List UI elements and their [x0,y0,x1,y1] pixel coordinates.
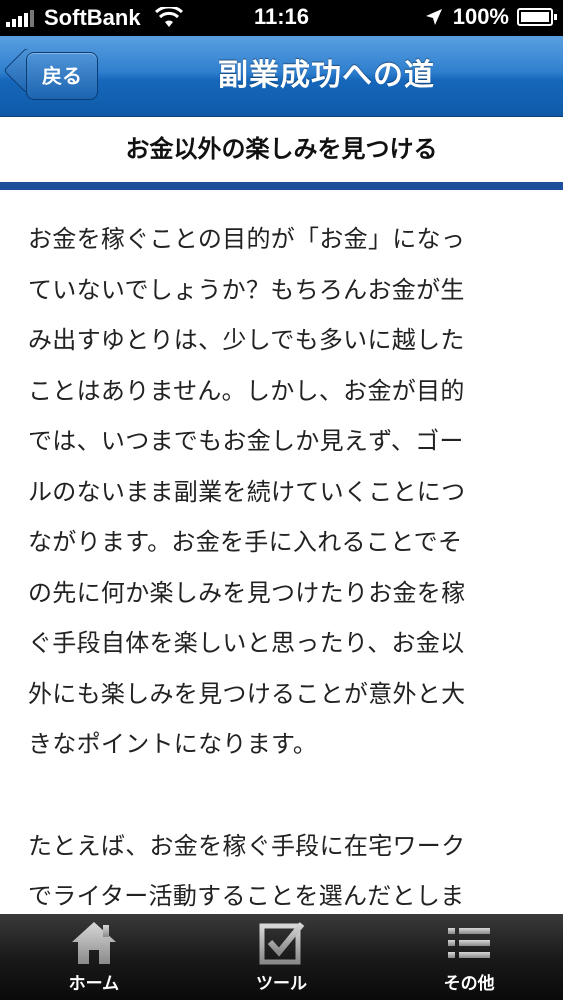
article-line: ルのないまま副業を続けていくことにつ [28,477,466,506]
checkbox-icon [259,922,304,965]
article-line: み出すゆとりは、少しでも多いに越した [28,326,465,354]
status-right: 100% [425,4,557,30]
tab-home[interactable]: ホーム [0,914,188,1000]
article-line: では、いつまでもお金しか見えず、ゴー [28,427,464,455]
section-title: お金以外の楽しみを見つける [0,117,563,182]
article-line: でライター活動することを選んだとしま [28,882,465,910]
article-line: の先に何か楽しみを見つけたりお金を稼 [28,578,466,607]
status-bar: SoftBank 11:16 100% [0,0,563,36]
article-line: ぐ手段自体を楽しいと思ったり、お金以 [28,629,465,657]
nav-bar: 戻る 副業成功への道 [0,36,563,117]
article-line: ことはありません。しかし、お金が目的 [28,376,465,405]
article-line: ていないでしょうか？もちろんお金が生 [28,275,465,304]
section-divider [0,182,563,190]
article-paragraph: たとえば、お金を稼ぐ手段に在宅ワーク でライター活動することを選んだとしま [28,821,538,915]
tab-bar: ホーム ツール その他 [0,914,563,1000]
article-line: お金を稼ぐことの目的が「お金」になっ [28,225,466,253]
article-paragraph: お金を稼ぐことの目的が「お金」になっ ていないでしょうか？もちろんお金が生 み出… [28,214,538,770]
battery-fill [521,12,549,22]
back-button-label[interactable]: 戻る [26,52,98,100]
tab-home-label: ホーム [68,974,120,994]
list-icon [448,928,491,958]
nav-title: 副業成功への道 [218,58,435,93]
article-body: お金を稼ぐことの目的が「お金」になっ ていないでしょうか？もちろんお金が生 み出… [28,214,538,914]
article-line: きなポイントになります。 [28,730,318,758]
battery-icon [517,8,557,26]
location-arrow-icon [425,9,442,25]
article-line: たとえば、お金を稼ぐ手段に在宅ワーク [28,831,466,860]
tab-more[interactable]: その他 [375,914,563,1000]
tab-tools-label: ツール [256,974,307,994]
tab-more-label: その他 [443,974,495,994]
article-line: ながります。お金を手に入れることでそ [28,528,463,556]
article-line: 外にも楽しみを見つけることが意外と大 [28,679,466,708]
battery-percent: 100% [452,4,509,29]
tab-tools[interactable]: ツール [188,914,376,1000]
home-icon [71,922,116,964]
